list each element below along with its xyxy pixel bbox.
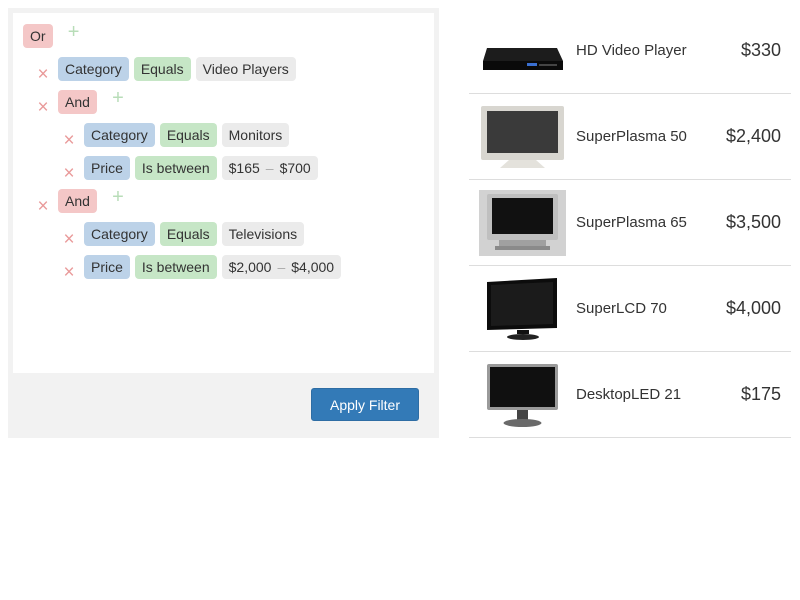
condition-operator[interactable]: Is between (134, 255, 217, 279)
condition-field[interactable]: Price (84, 255, 130, 279)
condition-operator[interactable]: Equals (159, 123, 217, 147)
product-row[interactable]: DesktopLED 21 $175 (469, 352, 791, 438)
product-name: SuperLCD 70 (576, 300, 667, 317)
range-separator: – (265, 160, 274, 176)
remove-condition-icon[interactable]: × (62, 131, 76, 150)
filter-builder-panel: Or + × Category Equals Video Players × A… (8, 8, 439, 438)
group-logic-operator[interactable]: And (58, 189, 97, 213)
condition-field[interactable]: Category (84, 222, 155, 246)
range-separator: – (277, 259, 286, 275)
condition-operator[interactable]: Is between (134, 156, 217, 180)
remove-condition-icon[interactable]: × (36, 65, 50, 84)
add-condition-icon[interactable]: + (66, 22, 82, 42)
product-price: $4,000 (725, 298, 781, 318)
filter-builder-area: Or + × Category Equals Video Players × A… (13, 13, 434, 373)
range-from: $2,000 (228, 259, 272, 275)
condition-field[interactable]: Category (84, 123, 155, 147)
range-to: $700 (279, 160, 311, 176)
remove-group-icon[interactable]: × (36, 98, 50, 117)
group-logic-row: And + (58, 88, 126, 114)
product-row[interactable]: SuperPlasma 65 $3,500 (469, 180, 791, 266)
add-condition-icon[interactable]: + (110, 88, 126, 108)
product-list: HD Video Player $330 SuperPlasma 50 $2,4… (469, 8, 791, 438)
condition-row: Category Equals Televisions (84, 222, 309, 246)
plasma-tv-silver-image (479, 190, 566, 256)
product-name: SuperPlasma 65 (576, 214, 687, 231)
apply-filter-button[interactable]: Apply Filter (311, 388, 419, 421)
condition-row: Price Is between $2,000 – $4,000 (84, 255, 346, 279)
product-price: $3,500 (725, 212, 781, 232)
product-row[interactable]: SuperLCD 70 $4,000 (469, 266, 791, 352)
condition-row: Category Equals Monitors (84, 123, 294, 147)
root-logic-operator[interactable]: Or (23, 24, 53, 48)
condition-operator[interactable]: Equals (133, 57, 191, 81)
condition-value[interactable]: Monitors (221, 123, 290, 147)
condition-range-value[interactable]: $165 – $700 (221, 156, 318, 180)
root-logic-row: Or + (23, 22, 82, 48)
condition-field[interactable]: Price (84, 156, 130, 180)
condition-range-value[interactable]: $2,000 – $4,000 (221, 255, 342, 279)
product-row[interactable]: SuperPlasma 50 $2,400 (469, 94, 791, 180)
product-price: $175 (740, 384, 781, 404)
range-to: $4,000 (291, 259, 335, 275)
condition-row: Price Is between $165 – $700 (84, 156, 323, 180)
product-price: $330 (740, 40, 781, 60)
remove-condition-icon[interactable]: × (62, 263, 76, 282)
remove-condition-icon[interactable]: × (62, 164, 76, 183)
condition-value[interactable]: Video Players (195, 57, 296, 81)
remove-group-icon[interactable]: × (36, 197, 50, 216)
desktop-monitor-image (479, 362, 566, 428)
range-from: $165 (228, 160, 260, 176)
condition-row: Category Equals Video Players (58, 57, 301, 81)
group-logic-operator[interactable]: And (58, 90, 97, 114)
video-player-image (479, 18, 566, 84)
product-name: SuperPlasma 50 (576, 128, 687, 145)
lcd-tv-image (479, 276, 566, 342)
product-price: $2,400 (725, 126, 781, 146)
condition-value[interactable]: Televisions (221, 222, 305, 246)
group-logic-row: And + (58, 187, 126, 213)
plasma-tv-image (479, 104, 566, 170)
product-row[interactable]: HD Video Player $330 (469, 8, 791, 94)
add-condition-icon[interactable]: + (110, 187, 126, 207)
condition-field[interactable]: Category (58, 57, 129, 81)
condition-operator[interactable]: Equals (159, 222, 217, 246)
product-name: HD Video Player (576, 42, 687, 59)
product-name: DesktopLED 21 (576, 386, 682, 403)
remove-condition-icon[interactable]: × (62, 230, 76, 249)
